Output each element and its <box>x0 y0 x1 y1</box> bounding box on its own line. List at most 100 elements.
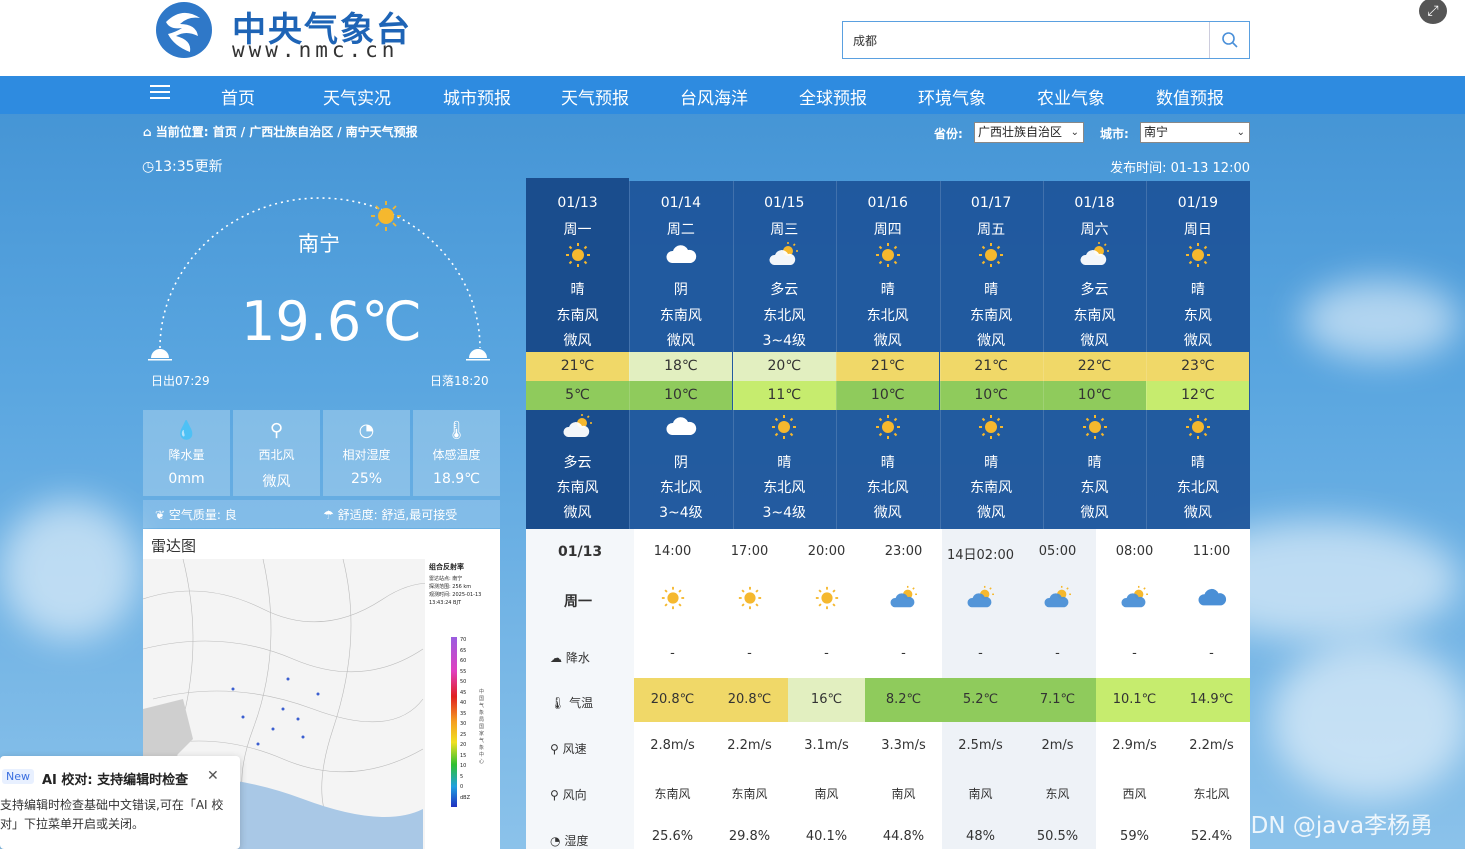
row-label-rain: ☁ 降水 <box>550 649 590 666</box>
forecast-day-weather: 晴 <box>570 282 585 298</box>
breadcrumb-link-province[interactable]: 广西壮族自治区 <box>249 125 333 139</box>
search-input[interactable] <box>843 22 1209 58</box>
sun-icon <box>979 243 1004 267</box>
forecast-night-wind-level: 3~4级 <box>659 505 703 521</box>
hourly-weather-icon <box>788 585 865 615</box>
row-label-temp: 🌡 气温 <box>550 694 593 711</box>
forecast-day-wind-level: 微风 <box>1080 333 1109 349</box>
row-label-wind-speed: ⚲ 风速 <box>550 740 587 757</box>
forecast-night-weather: 晴 <box>1190 455 1205 471</box>
hourly-wind-speed: 3.1m/s <box>804 738 849 753</box>
forecast-night-icon <box>836 413 939 441</box>
nav-item-weather-forecast[interactable]: 天气预报 <box>561 84 629 109</box>
scale-label: 20 <box>460 742 467 748</box>
menu-icon[interactable] <box>150 85 170 103</box>
breadcrumb-link-home[interactable]: 首页 <box>213 125 237 139</box>
humidity-label: 湿度 <box>564 834 589 848</box>
new-badge: New <box>2 769 34 784</box>
nav-item-global[interactable]: 全球预报 <box>799 84 867 109</box>
forecast-day-4[interactable]: 01/16 周四晴东北风 微风 21℃ 10℃ 晴东北风 微风 <box>836 181 940 529</box>
radar-observe-time: 13:43:24 BJT <box>429 600 462 606</box>
radar-station: 雷达站点: 南宁 <box>429 576 463 582</box>
hourly-rain: - <box>747 646 752 661</box>
search-button[interactable] <box>1209 22 1249 58</box>
hourly-temp: 5.2℃ <box>942 678 1019 722</box>
humidity-drop-icon: ◔ <box>550 834 561 848</box>
hourly-time: 14:00 <box>653 544 692 559</box>
nav-item-typhoon[interactable]: 台风海洋 <box>680 84 748 109</box>
hourly-temp: 16℃ <box>788 678 865 722</box>
breadcrumb-current[interactable]: 南宁天气预报 <box>346 125 418 139</box>
air-quality: ❦ 空气质量: 良 <box>155 506 237 523</box>
popup-body: 支持编辑时检查基础中文错误,可在「AI 校对」下拉菜单开启或关闭。 <box>0 798 224 831</box>
hourly-wind-dir: 南风 <box>814 787 839 801</box>
hourly-wind-speed: 2m/s <box>1041 738 1074 753</box>
hourly-humidity: 50.5% <box>1036 829 1079 844</box>
forecast-night-icon <box>733 413 836 441</box>
forecast-day-6[interactable]: 01/18 周六 多云 东南风 微风 22℃ 10℃ 晴东风 微风 <box>1043 181 1146 529</box>
forecast-weekday: 周日 <box>1183 222 1212 238</box>
province-select[interactable]: 广西壮族自治区 ⌄ <box>974 122 1084 143</box>
humidity-value: 25% <box>350 471 383 487</box>
radar-legend-title: 组合反射率 <box>429 563 464 571</box>
hourly-column: 08:00 - 10.1℃ 2.9m/s 西风 59% <box>1096 529 1173 849</box>
column-divider <box>732 181 734 529</box>
scale-label: 65 <box>460 647 467 654</box>
forecast-day-2[interactable]: 01/14 周二阴东南风 微风 18℃ 10℃ 阴东北风 3~4级 <box>629 181 733 529</box>
forecast-day-3[interactable]: 01/15 周三 多云 东北风 3~4级 20℃ 11℃ 晴东北风 3~4级 <box>732 181 836 529</box>
current-weather-panel: 南宁 19.6℃ 日出07:29 日落18:20 <box>143 186 500 396</box>
forecast-date: 01/15 <box>764 195 805 211</box>
nav-item-numerical[interactable]: 数值预报 <box>1156 84 1224 109</box>
forecast-date: 01/14 <box>660 195 702 211</box>
hourly-weather-icon <box>1096 585 1173 615</box>
nav-item-city-forecast[interactable]: 城市预报 <box>443 84 511 109</box>
hourly-date: 01/13 <box>558 544 603 560</box>
column-divider <box>1043 181 1044 529</box>
hourly-temp: 20.8℃ <box>711 678 788 722</box>
province-select-value: 广西壮族自治区 <box>978 125 1063 139</box>
hourly-rain: - <box>1055 646 1060 661</box>
forecast-day-wind-dir: 东北风 <box>763 308 806 324</box>
close-icon[interactable]: ✕ <box>207 768 219 784</box>
hourly-wind-speed: 2.8m/s <box>650 738 695 753</box>
hourly-weather-icon <box>942 585 1019 615</box>
nav-item-environment[interactable]: 环境气象 <box>918 84 986 109</box>
forecast-day-wind-level: 微风 <box>977 333 1006 349</box>
background-cloud <box>1270 640 1465 800</box>
scale-label: 25 <box>460 731 467 738</box>
hourly-time: 17:00 <box>730 544 769 559</box>
radar-observe-date: 观测时间: 2025-01-13 <box>429 592 482 598</box>
hourly-column: 14日02:00 - 5.2℃ 2.5m/s 南风 48% <box>942 529 1019 849</box>
site-header: 中央气象台 www.nmc.cn <box>0 0 1465 76</box>
column-divider <box>836 181 838 529</box>
row-label-humidity: ◔ 湿度 <box>550 832 588 849</box>
raindrops-icon: 💧 <box>175 420 198 441</box>
hourly-column: 20:00 - 16℃ 3.1m/s 南风 40.1% <box>788 529 865 849</box>
forecast-day-5[interactable]: 01/17 周五晴东南风 微风 21℃ 10℃ 晴东南风 微风 <box>939 181 1043 529</box>
forecast-day-icon <box>526 241 629 269</box>
hourly-rain: - <box>1209 646 1214 661</box>
thermometer-icon: 🌡 <box>445 420 468 441</box>
forecast-day-weather: 晴 <box>880 282 895 298</box>
comfort: ☂ 舒适度: 舒适,最可接受 <box>323 506 457 523</box>
forecast-night-wind-level: 微风 <box>1080 505 1109 521</box>
comfort-icon: ☂ <box>323 508 338 522</box>
site-logo[interactable]: 中央气象台 www.nmc.cn <box>152 0 422 66</box>
precipitation-value: 0mm <box>168 471 205 487</box>
nav-item-agriculture[interactable]: 农业气象 <box>1037 84 1105 109</box>
hourly-humidity: 29.8% <box>728 829 771 844</box>
forecast-night-icon <box>1043 413 1146 441</box>
scale-label: 0 <box>460 784 464 790</box>
forecast-low-temp: 5℃ <box>526 381 629 410</box>
city-select[interactable]: 南宁 ⌄ <box>1140 122 1250 143</box>
wind-cell: ⚲ 西北风 微风 <box>233 410 320 496</box>
feels-like-label: 体感温度 <box>432 448 481 462</box>
nav-item-observation[interactable]: 天气实况 <box>323 84 391 109</box>
forecast-day-7[interactable]: 01/19 周日晴东风 微风 23℃ 12℃ 晴东北风 微风 <box>1146 181 1250 529</box>
sun-icon <box>565 243 590 267</box>
scale-label: 60 <box>460 658 467 664</box>
current-city: 南宁 <box>298 232 340 256</box>
forecast-day-1[interactable]: 01/13 周一晴东南风 微风 21℃ 5℃ 多云 东南风 微风 <box>526 178 629 529</box>
nav-item-home[interactable]: 首页 <box>221 84 255 109</box>
hourly-wind-dir: 南风 <box>891 787 916 801</box>
